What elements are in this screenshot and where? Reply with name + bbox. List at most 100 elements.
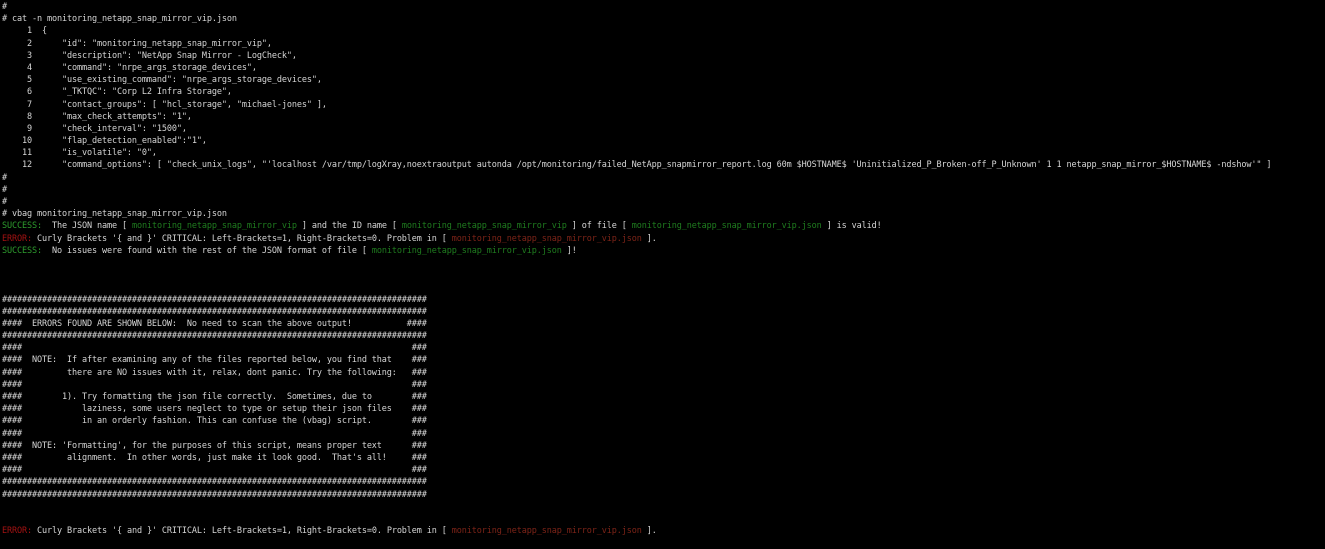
terminal-line: 6 "_TKTQC": "Corp L2 Infra Storage", [2, 86, 1325, 98]
ascii-banner-border: ########################################… [2, 489, 427, 500]
json-line: 7 "contact_groups": [ "hcl_storage", "mi… [2, 99, 327, 110]
success-label: SUCCESS: [2, 221, 42, 232]
ascii-banner-row: #### laziness, some users neglect to typ… [2, 404, 427, 415]
json-line: 9 "check_interval": "1500", [2, 123, 187, 134]
ascii-banner-border: ########################################… [2, 294, 427, 305]
terminal-line: # [2, 184, 1325, 196]
json-line: 2 "id": "monitoring_netapp_snap_mirror_v… [2, 38, 272, 49]
terminal-line: 8 "max_check_attempts": "1", [2, 111, 1325, 123]
ascii-banner-row: #### NOTE: If after examining any of the… [2, 355, 427, 366]
terminal-window: # # cat -n monitoring_netapp_snap_mirror_… [0, 0, 1325, 549]
ascii-banner-row: #### 1). Try formatting the json file co… [2, 392, 427, 402]
ascii-banner-border: ########################################… [2, 477, 427, 488]
json-line: 4 "command": "nrpe_args_storage_devices"… [2, 62, 257, 73]
json-line: 3 "description": "NetApp Snap Mirror - L… [2, 50, 297, 61]
json-line: 5 "use_existing_command": "nrpe_args_sto… [2, 75, 322, 86]
terminal-line: #### alignment. In other words, just mak… [2, 452, 1325, 464]
json-line: 6 "_TKTQC": "Corp L2 Infra Storage", [2, 87, 232, 98]
json-line: 8 "max_check_attempts": "1", [2, 111, 192, 122]
terminal-line: # cat -n monitoring_netapp_snap_mirror_v… [2, 13, 1325, 25]
highlighted-filename: monitoring_netapp_snap_mirror_vip [131, 221, 297, 232]
json-line: 1 { [2, 26, 47, 37]
terminal-line: #### laziness, some users neglect to typ… [2, 403, 1325, 415]
terminal-line: ########################################… [2, 330, 1325, 342]
terminal-line: # [2, 1, 1325, 13]
terminal-line: #### ### [2, 342, 1325, 354]
shell-prompt: # [2, 2, 7, 12]
ascii-banner-row: #### ### [2, 343, 427, 354]
json-line: 10 "flap_detection_enabled":"1", [2, 136, 207, 147]
ascii-banner-border: ########################################… [2, 306, 427, 317]
terminal-line: # vbag monitoring_netapp_snap_mirror_vip… [2, 208, 1325, 220]
terminal-line: ERROR: Curly Brackets '{ and }' CRITICAL… [2, 525, 1325, 537]
terminal-line: ########################################… [2, 476, 1325, 488]
json-line: 11 "is_volatile": "0", [2, 148, 157, 159]
error-label: ERROR: [2, 233, 32, 244]
terminal-line: #### 1). Try formatting the json file co… [2, 391, 1325, 403]
shell-prompt: # [2, 172, 7, 183]
error-filename: monitoring_netapp_snap_mirror_vip.json [451, 526, 642, 537]
terminal-line: #### there are NO issues with it, relax,… [2, 367, 1325, 379]
terminal-line: 4 "command": "nrpe_args_storage_devices"… [2, 62, 1325, 74]
terminal-line: #### NOTE: 'Formatting', for the purpose… [2, 440, 1325, 452]
terminal-line: 2 "id": "monitoring_netapp_snap_mirror_v… [2, 38, 1325, 50]
error-label: ERROR: [2, 526, 32, 537]
ascii-banner-row: #### ### [2, 428, 427, 439]
terminal-line: #### ### [2, 464, 1325, 476]
highlighted-filename: monitoring_netapp_snap_mirror_vip.json [371, 245, 562, 256]
terminal-text: ]! [561, 245, 577, 256]
terminal-line: #### NOTE: If after examining any of the… [2, 354, 1325, 366]
terminal-text: ]. [641, 233, 657, 244]
shell-prompt: # [2, 184, 7, 195]
terminal-line: 1 { [2, 25, 1325, 37]
terminal-line: ########################################… [2, 306, 1325, 318]
terminal-line: ########################################… [2, 294, 1325, 306]
terminal-line: # [2, 172, 1325, 184]
shell-prompt: # [2, 197, 7, 207]
terminal-line: SUCCESS: The JSON name [ monitoring_neta… [2, 220, 1325, 232]
terminal-text: ]. [641, 526, 657, 537]
terminal-text: Curly Brackets '{ and }' CRITICAL: Left-… [32, 233, 452, 244]
terminal-line: 7 "contact_groups": [ "hcl_storage", "mi… [2, 99, 1325, 111]
terminal-line: ########################################… [2, 489, 1325, 501]
success-label: SUCCESS: [2, 245, 42, 256]
terminal-text: The JSON name [ [41, 221, 132, 232]
terminal-line: 9 "check_interval": "1500", [2, 123, 1325, 135]
ascii-banner-row: #### NOTE: 'Formatting', for the purpose… [2, 440, 427, 451]
ascii-banner-row: #### in an orderly fashion. This can con… [2, 416, 427, 427]
command-cat: # cat -n monitoring_netapp_snap_mirror_v… [2, 14, 237, 25]
highlighted-filename: monitoring_netapp_snap_mirror_vip [401, 221, 567, 232]
ascii-banner-row: #### ### [2, 379, 427, 390]
ascii-banner-row: #### there are NO issues with it, relax,… [2, 367, 427, 378]
ascii-banner-border: ########################################… [2, 331, 427, 342]
ascii-banner-row: #### alignment. In other words, just mak… [2, 452, 427, 463]
terminal-line: # [2, 196, 1325, 208]
terminal-line: 12 "command_options": [ "check_unix_logs… [2, 159, 1325, 171]
terminal-line: 3 "description": "NetApp Snap Mirror - L… [2, 50, 1325, 62]
error-filename: monitoring_netapp_snap_mirror_vip.json [451, 233, 642, 244]
json-line: 12 "command_options": [ "check_unix_logs… [2, 160, 1272, 171]
terminal-text: ] is valid! [821, 221, 882, 232]
command-vbag: # vbag monitoring_netapp_snap_mirror_vip… [2, 209, 227, 220]
terminal-line: 5 "use_existing_command": "nrpe_args_sto… [2, 74, 1325, 86]
terminal-text: No issues were found with the rest of th… [41, 245, 372, 256]
terminal-line: ERROR: Curly Brackets '{ and }' CRITICAL… [2, 233, 1325, 245]
terminal-line: #### ERRORS FOUND ARE SHOWN BELOW: No ne… [2, 318, 1325, 330]
ascii-banner-row: #### ### [2, 465, 427, 476]
ascii-banner-title: #### ERRORS FOUND ARE SHOWN BELOW: No ne… [2, 318, 427, 329]
terminal-line: #### ### [2, 428, 1325, 440]
highlighted-filename: monitoring_netapp_snap_mirror_vip.json [631, 221, 822, 232]
terminal-text: ] and the ID name [ [296, 221, 402, 232]
terminal-line: #### ### [2, 379, 1325, 391]
terminal-line: 10 "flap_detection_enabled":"1", [2, 135, 1325, 147]
terminal-text: Curly Brackets '{ and }' CRITICAL: Left-… [32, 526, 452, 537]
terminal-line: SUCCESS: No issues were found with the r… [2, 245, 1325, 257]
terminal-output: # # cat -n monitoring_netapp_snap_mirror_… [2, 1, 1325, 549]
terminal-text: ] of file [ [566, 221, 632, 232]
